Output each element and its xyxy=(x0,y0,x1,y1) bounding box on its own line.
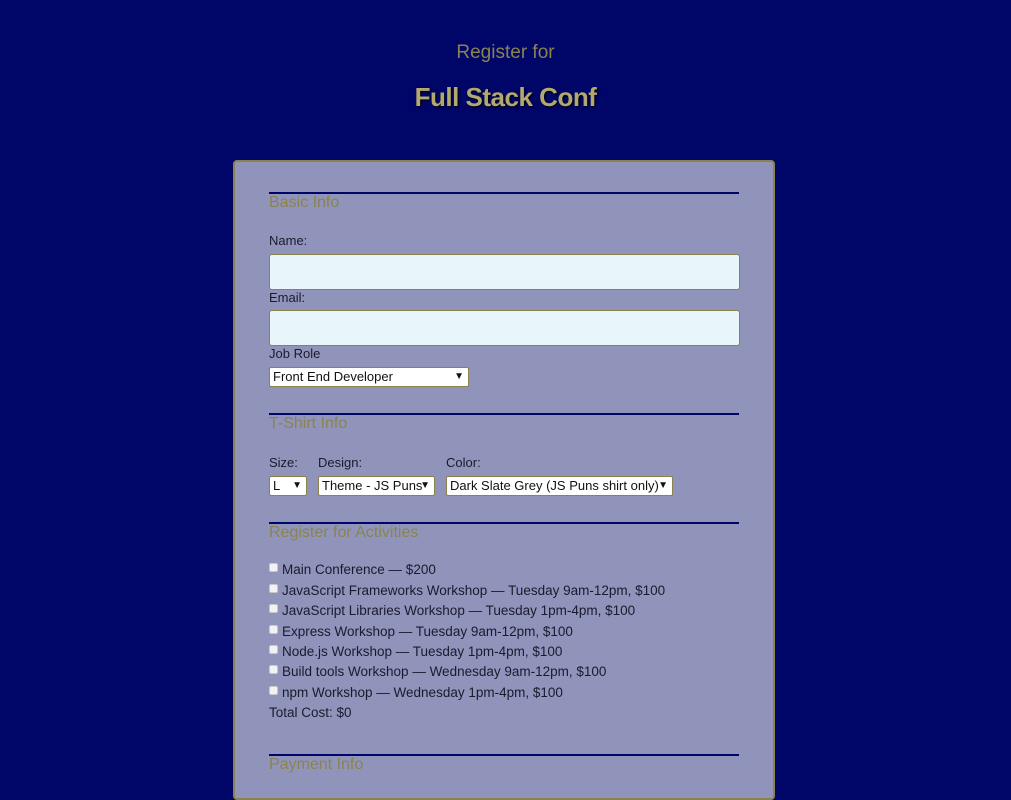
email-input[interactable] xyxy=(269,310,740,346)
name-label: Name: xyxy=(269,233,308,248)
design-select[interactable]: Theme - JS Puns ▼ xyxy=(318,476,435,496)
email-label: Email: xyxy=(269,290,306,305)
activity-item[interactable]: Node.js Workshop — Tuesday 1pm-4pm, $100 xyxy=(269,644,562,659)
job-role-selected: Front End Developer xyxy=(273,369,393,384)
registration-form: Basic Info Name: Email: Job Role Front E… xyxy=(233,160,775,800)
activity-item[interactable]: Build tools Workshop — Wednesday 9am-12p… xyxy=(269,664,606,679)
activity-label: Express Workshop — Tuesday 9am-12pm, $10… xyxy=(282,624,573,639)
activity-label: JavaScript Libraries Workshop — Tuesday … xyxy=(282,603,636,618)
activity-label: Main Conference — $200 xyxy=(282,562,436,577)
activities-title: Register for Activities xyxy=(269,524,419,541)
dropdown-arrow-icon: ▼ xyxy=(292,480,302,491)
payment-info-title: Payment Info xyxy=(269,756,364,773)
activity-checkbox[interactable] xyxy=(269,584,278,593)
activity-checkbox[interactable] xyxy=(269,645,278,654)
activity-item[interactable]: npm Workshop — Wednesday 1pm-4pm, $100 xyxy=(269,685,563,700)
activity-item[interactable]: Main Conference — $200 xyxy=(269,562,436,577)
activity-checkbox[interactable] xyxy=(269,665,278,674)
size-label: Size: xyxy=(269,455,298,470)
activity-label: npm Workshop — Wednesday 1pm-4pm, $100 xyxy=(282,685,563,700)
basic-info-title: Basic Info xyxy=(269,194,340,211)
design-label: Design: xyxy=(318,455,363,470)
job-role-label: Job Role xyxy=(269,346,321,361)
page-subtitle: Register for xyxy=(456,42,555,63)
dropdown-arrow-icon: ▼ xyxy=(658,480,668,491)
activity-label: JavaScript Frameworks Workshop — Tuesday… xyxy=(282,583,666,598)
activity-label: Build tools Workshop — Wednesday 9am-12p… xyxy=(282,664,607,679)
design-selected: Theme - JS Puns xyxy=(322,478,423,493)
total-cost: Total Cost: $0 xyxy=(269,705,352,720)
section-divider xyxy=(269,192,739,194)
activity-checkbox[interactable] xyxy=(269,604,278,613)
size-select[interactable]: L ▼ xyxy=(269,476,307,496)
activity-label: Node.js Workshop — Tuesday 1pm-4pm, $100 xyxy=(282,644,563,659)
dropdown-arrow-icon: ▼ xyxy=(454,371,464,382)
name-input[interactable] xyxy=(269,254,740,290)
job-role-select[interactable]: Front End Developer ▼ xyxy=(269,367,469,387)
activity-item[interactable]: JavaScript Libraries Workshop — Tuesday … xyxy=(269,603,635,618)
activity-checkbox[interactable] xyxy=(269,686,278,695)
activity-checkbox[interactable] xyxy=(269,563,278,572)
page-title: Full Stack Conf xyxy=(414,82,597,112)
activity-checkbox[interactable] xyxy=(269,625,278,634)
activity-item[interactable]: JavaScript Frameworks Workshop — Tuesday… xyxy=(269,583,665,598)
size-selected: L xyxy=(273,478,281,493)
color-label: Color: xyxy=(446,455,481,470)
color-select[interactable]: Dark Slate Grey (JS Puns shirt only) ▼ xyxy=(446,476,673,496)
activity-item[interactable]: Express Workshop — Tuesday 9am-12pm, $10… xyxy=(269,624,573,639)
dropdown-arrow-icon: ▼ xyxy=(420,480,430,491)
tshirt-info-title: T-Shirt Info xyxy=(269,415,348,432)
color-selected: Dark Slate Grey (JS Puns shirt only) xyxy=(450,478,659,493)
